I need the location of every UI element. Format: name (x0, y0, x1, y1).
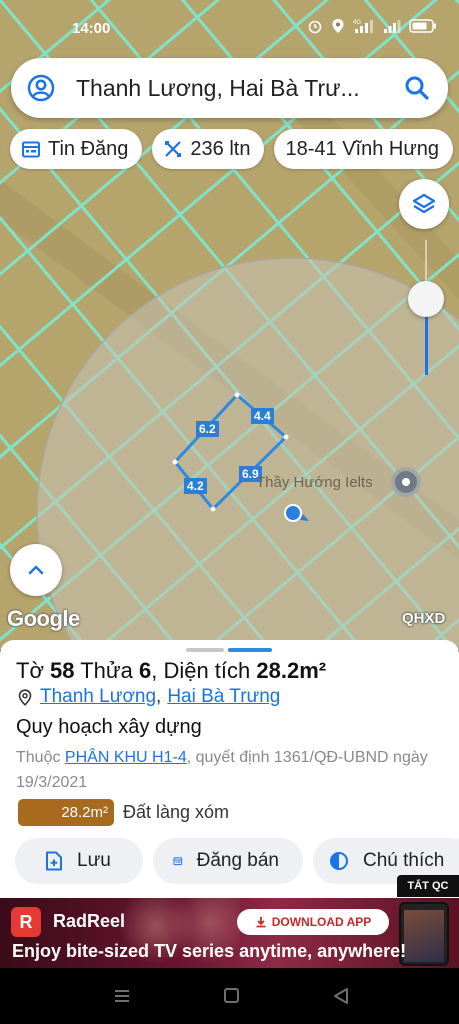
post-for-sale-label: Đăng bán (196, 850, 279, 871)
section-title: Quy hoạch xây dựng (16, 716, 202, 738)
search-icon[interactable] (404, 75, 430, 101)
chip-label: 236 ltn (190, 137, 251, 160)
desc-prefix: Thuộc (16, 749, 61, 766)
zone-link[interactable]: PHÂN KHU H1-4 (65, 749, 187, 766)
calendar-icon (173, 857, 183, 866)
action-buttons: Lưu Đăng bán Chú thích (15, 838, 459, 884)
title-prefix: Tờ (16, 658, 44, 683)
sheet-drag-handle[interactable] (186, 648, 272, 652)
legend-label: Chú thích (363, 850, 445, 871)
download-app-label: DOWNLOAD APP (271, 915, 372, 929)
expand-button[interactable] (10, 544, 62, 596)
calendar-icon (22, 141, 40, 158)
parcel-address: Thanh Lương, Hai Bà Trưng (18, 686, 280, 708)
contrast-icon (330, 852, 348, 870)
area-value: 28.2m² (256, 658, 327, 683)
opacity-slider-handle[interactable] (408, 281, 444, 317)
land-use-legend: 28.2m² Đất làng xóm (18, 799, 229, 826)
chip-236-ltn[interactable]: 236 ltn (152, 129, 265, 169)
search-bar[interactable]: Thanh Lương, Hai Bà Trư... (11, 58, 448, 118)
location-icon (331, 18, 345, 38)
address-district-link[interactable]: Hai Bà Trưng (167, 686, 280, 708)
chip-vinh-hung[interactable]: 18-41 Vĩnh Hưng (274, 129, 453, 169)
close-ad-button[interactable]: TẮT QC (397, 875, 459, 897)
qhxd-logo: QHXD (402, 610, 446, 627)
address-ward-link[interactable]: Thanh Lương (40, 686, 156, 708)
poi-label[interactable]: Thầy Hướng Ielts (256, 474, 373, 491)
radreel-logo-icon: R (11, 907, 41, 937)
map-view[interactable]: 6.2 4.4 4.2 6.9 Thầy Hướng Ielts 14:00 4… (0, 0, 459, 650)
chevron-up-icon (28, 565, 44, 575)
address-separator: , (156, 686, 162, 707)
search-input[interactable]: Thanh Lương, Hai Bà Trư... (76, 75, 396, 102)
location-pin-icon (18, 688, 32, 706)
save-button[interactable]: Lưu (15, 838, 143, 884)
signal-icon (383, 18, 401, 38)
land-use-name: Đất làng xóm (123, 802, 230, 822)
ruler-icon (165, 141, 182, 157)
add-note-icon (46, 851, 62, 871)
download-app-button[interactable]: DOWNLOAD APP (237, 909, 389, 935)
chip-label: Tin Đăng (48, 137, 129, 160)
recent-apps-icon[interactable] (114, 988, 130, 1004)
to-number: 58 (50, 658, 75, 683)
parcel-title: Tờ 58 Thửa 6, Diện tích 28.2m² (16, 658, 326, 684)
back-icon[interactable] (333, 987, 349, 1005)
status-bar: 14:00 4G (0, 0, 459, 56)
land-use-swatch: 28.2m² (18, 799, 114, 826)
chip-tin-dang[interactable]: Tin Đăng (10, 129, 143, 169)
system-nav-bar (0, 968, 459, 1024)
parcel-edge-label: 4.4 (251, 408, 274, 424)
ad-brand: RadReel (53, 911, 126, 931)
layers-button[interactable] (399, 179, 449, 229)
parcel-info-sheet: Tờ 58 Thửa 6, Diện tích 28.2m² Thanh Lươ… (0, 640, 459, 898)
ad-banner[interactable]: R RadReel DOWNLOAD APP Enjoy bite-sized … (0, 898, 459, 968)
battery-icon (409, 19, 437, 37)
parcel-edge-label: 4.2 (184, 478, 207, 494)
alarm-icon (307, 18, 323, 38)
ad-tagline: Enjoy bite-sized TV series anytime, anyw… (12, 941, 407, 961)
filter-chips: Tin Đăng 236 ltn 18-41 Vĩnh Hưng (10, 129, 459, 169)
thua-label: Thửa (80, 658, 133, 683)
status-time: 14:00 (72, 20, 111, 37)
home-icon[interactable] (224, 988, 239, 1003)
ad-phone-image (399, 902, 449, 966)
network-type-label: 4G (353, 20, 361, 26)
signal-4g-icon: 4G (353, 18, 375, 38)
parcel-edge-label: 6.2 (196, 421, 219, 437)
post-for-sale-button[interactable]: Đăng bán (153, 838, 303, 884)
layers-icon (412, 193, 436, 214)
thua-number: 6 (138, 658, 152, 683)
planning-description: Thuộc PHÂN KHU H1-4, quyết định 1361/QĐ-… (16, 745, 446, 795)
download-icon (256, 917, 266, 928)
chip-label: 18-41 Vĩnh Hưng (285, 137, 439, 160)
area-label: , Diện tích (151, 658, 251, 683)
user-account-icon[interactable] (26, 73, 56, 103)
google-logo: Google (7, 606, 80, 631)
save-label: Lưu (77, 850, 111, 871)
